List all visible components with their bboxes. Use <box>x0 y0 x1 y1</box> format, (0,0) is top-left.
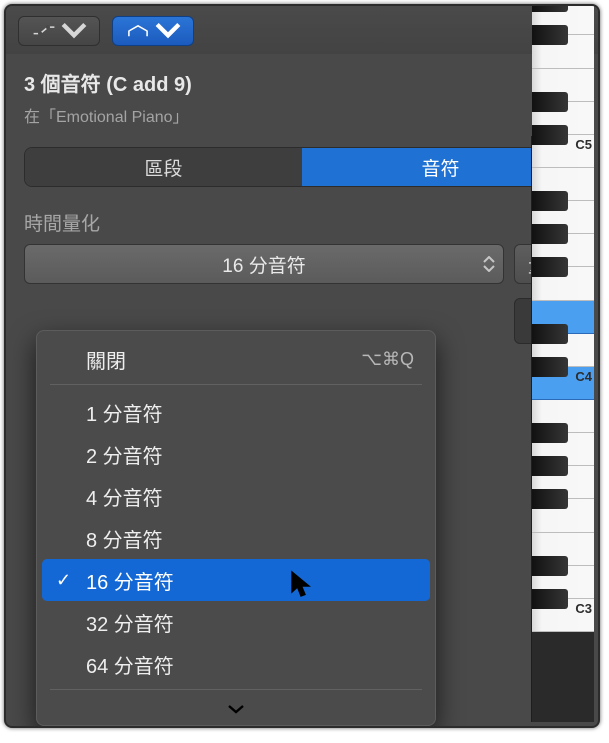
black-key[interactable] <box>532 4 568 12</box>
chevron-down-icon <box>227 703 245 715</box>
black-key[interactable] <box>532 257 568 277</box>
menu-item-label: 4 分音符 <box>86 482 163 511</box>
selection-title: 3 個音符 (C add 9) <box>24 68 580 97</box>
menu-separator <box>50 689 422 690</box>
menu-item-label: 32 分音符 <box>86 608 174 637</box>
menu-item[interactable]: ✓64 分音符 <box>42 643 430 685</box>
menu-shortcut: ⌥⌘Q <box>361 349 414 370</box>
black-key[interactable] <box>532 224 568 244</box>
quantize-value-select[interactable]: 16 分音符 <box>24 244 504 284</box>
view-segmented-control: 區段 音符 <box>24 147 580 187</box>
selection-subtitle: 在「Emotional Piano」 <box>24 103 580 127</box>
menu-item[interactable]: ✓8 分音符 <box>42 517 430 559</box>
quantize-row: 16 分音符 量化 <box>24 244 580 284</box>
black-key[interactable] <box>532 556 568 576</box>
menu-item[interactable]: ✓4 分音符 <box>42 475 430 517</box>
segment-region[interactable]: 區段 <box>25 148 302 186</box>
toolbar <box>6 6 598 54</box>
stepper-icon <box>483 256 495 272</box>
black-key[interactable] <box>532 92 568 112</box>
black-key[interactable] <box>532 125 568 145</box>
black-key[interactable] <box>532 191 568 211</box>
quantize-menu: ✓ 關閉 ⌥⌘Q ✓1 分音符✓2 分音符✓4 分音符✓8 分音符 ✓ 16 分音符… <box>36 330 436 726</box>
black-key[interactable] <box>532 589 568 609</box>
piano-keyboard[interactable]: C5 C4 C3 <box>531 136 594 722</box>
black-key[interactable] <box>532 423 568 443</box>
time-quantize-label: 時間量化 <box>24 209 580 236</box>
automation-icon <box>31 22 57 40</box>
menu-item[interactable]: ✓2 分音符 <box>42 433 430 475</box>
menu-separator <box>50 384 422 385</box>
menu-item-off[interactable]: ✓ 關閉 ⌥⌘Q <box>42 338 430 380</box>
octave-label: C3 <box>575 601 592 616</box>
black-key[interactable] <box>532 324 568 344</box>
menu-item[interactable]: ✓1 分音符 <box>42 391 430 433</box>
black-key[interactable] <box>532 25 568 45</box>
filter-icon <box>125 22 151 40</box>
automation-mode-button[interactable] <box>18 16 100 46</box>
chevron-down-icon <box>155 22 181 40</box>
menu-item-label: 8 分音符 <box>86 524 163 553</box>
menu-item-label: 1 分音符 <box>86 398 163 427</box>
check-icon: ✓ <box>56 570 71 591</box>
menu-more[interactable] <box>42 696 430 722</box>
octave-label: C5 <box>575 137 592 152</box>
chevron-down-icon <box>61 22 87 40</box>
inspector-panel: 3 個音符 (C add 9) 在「Emotional Piano」 區段 音符… <box>4 4 600 728</box>
midi-filter-button[interactable] <box>112 16 194 46</box>
octave-label: C4 <box>575 369 592 384</box>
black-key[interactable] <box>532 489 568 509</box>
menu-item-label: 16 分音符 <box>86 566 174 595</box>
menu-item-label: 2 分音符 <box>86 440 163 469</box>
black-key[interactable] <box>532 357 568 377</box>
header: 3 個音符 (C add 9) 在「Emotional Piano」 <box>6 54 598 139</box>
menu-item-label: 64 分音符 <box>86 650 174 679</box>
menu-item-label: 關閉 <box>86 345 126 374</box>
menu-item[interactable]: ✓ 16 分音符 <box>42 559 430 601</box>
quantize-value-text: 16 分音符 <box>222 251 305 278</box>
menu-item[interactable]: ✓32 分音符 <box>42 601 430 643</box>
black-key[interactable] <box>532 456 568 476</box>
